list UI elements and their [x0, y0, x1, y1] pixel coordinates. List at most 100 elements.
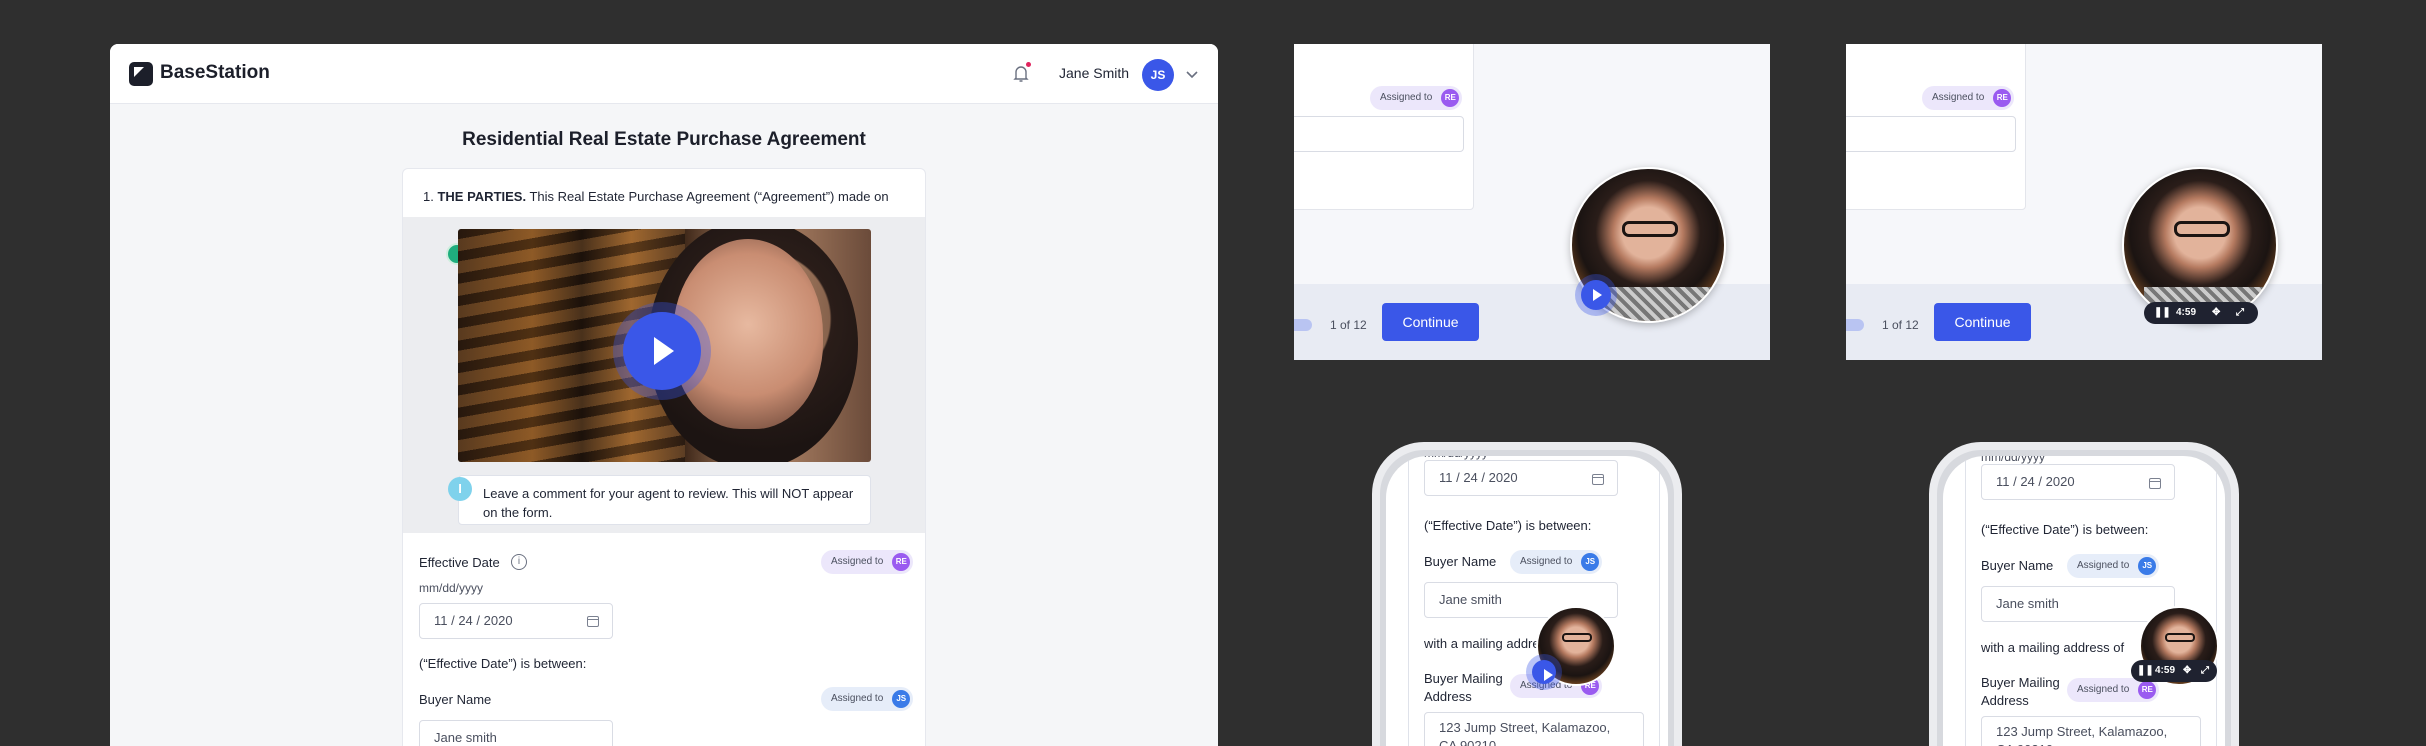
clause-heading: THE PARTIES.: [437, 189, 527, 204]
date-value: 11 / 24 / 2020: [1996, 474, 2075, 489]
date-format-hint: mm/dd/yyyy: [419, 581, 484, 595]
mobile-preview-video-playing: mm/dd/yyyy 11 / 24 / 2020 (“Effective Da…: [1929, 442, 2239, 746]
assignee-avatar: RE: [1441, 89, 1460, 107]
assigned-to-badge: Assigned to JS: [1510, 550, 1603, 574]
calendar-icon[interactable]: [1592, 474, 1604, 485]
assigned-label: Assigned to: [831, 693, 884, 704]
clause-parties: 1. THE PARTIES. This Real Estate Purchas…: [423, 189, 889, 204]
buyer-mailing-input[interactable]: 123 Jump Street, Kalamazoo, CA 90210: [1424, 712, 1644, 746]
clause-text: This Real Estate Purchase Agreement (“Ag…: [529, 189, 889, 204]
video-controls[interactable]: ❚❚ 4:59 ✥ ⤢: [2131, 660, 2217, 682]
assignee-avatar: JS: [1581, 553, 1600, 571]
date-value: 11 / 24 / 2020: [434, 613, 513, 628]
continue-button[interactable]: Continue: [1934, 303, 2031, 341]
buyer-mailing-label: Buyer Mailing Address: [1424, 671, 1503, 704]
top-navigation-bar: BaseStation Jane Smith JS: [110, 44, 1218, 104]
date-format-hint: mm/dd/yyyy: [1981, 456, 2046, 464]
assigned-label: Assigned to: [2077, 684, 2130, 695]
assigned-label: Assigned to: [1520, 556, 1573, 567]
buyer-mailing-label: Buyer Mailing Address: [1981, 675, 2060, 708]
expand-icon[interactable]: ⤢: [2201, 660, 2209, 682]
assigned-to-badge: Assigned to RE: [1370, 86, 1463, 110]
video-controls[interactable]: ❚❚ 4:59 ✥ ⤢: [2144, 302, 2258, 324]
calendar-icon[interactable]: [2149, 478, 2161, 489]
mailing-value: 123 Jump Street, Kalamazoo, CA 90210: [1996, 724, 2168, 746]
desktop-preview-video-playing: Assigned to RE 1 of 12 Continue ❚❚ 4:59 …: [1846, 44, 2322, 360]
clause-number: 1.: [423, 189, 434, 204]
progress-pill: [1846, 319, 1864, 331]
document-title: Residential Real Estate Purchase Agreeme…: [462, 129, 866, 150]
buyer-name-label: Buyer Name: [419, 692, 492, 707]
buyer-name-input[interactable]: Jane smith: [419, 720, 613, 746]
comment-input[interactable]: Leave a comment for your agent to review…: [458, 475, 871, 525]
phone-screen: mm/dd/yyyy 11 / 24 / 2020 (“Effective Da…: [1386, 456, 1668, 746]
play-icon[interactable]: [1532, 660, 1556, 684]
buyer-name-label: Buyer Name: [1424, 554, 1497, 569]
basestation-logo-icon: [129, 62, 153, 86]
buyer-name-input[interactable]: Jane smith: [1981, 586, 2175, 622]
buyer-mailing-input[interactable]: 123 Jump Street, Kalamazoo, CA 90210: [1981, 716, 2201, 746]
assigned-to-badge: Assigned to RE: [1922, 86, 2015, 110]
effective-date-input[interactable]: 11 / 24 / 2020: [1981, 464, 2175, 500]
date-value: 11 / 24 / 2020: [1439, 470, 1518, 485]
video-person: [2165, 633, 2195, 642]
form-edge: [1965, 456, 1966, 746]
continue-button[interactable]: Continue: [1382, 303, 1479, 341]
phone-screen: mm/dd/yyyy 11 / 24 / 2020 (“Effective Da…: [1943, 456, 2225, 746]
video-person: [2174, 221, 2230, 237]
page-counter: 1 of 12: [1882, 318, 1919, 332]
calendar-icon[interactable]: [587, 616, 599, 627]
video-person: [1622, 221, 1678, 237]
between-text: (“Effective Date”) is between:: [1981, 522, 2149, 537]
video-person: [1562, 633, 1592, 642]
buyer-name-value: Jane smith: [434, 730, 497, 745]
form-edge: [1408, 456, 1409, 746]
assigned-to-badge: Assigned to RE: [821, 550, 914, 574]
between-text: (“Effective Date”) is between:: [1424, 518, 1592, 533]
assigned-to-badge: Assigned to JS: [2067, 554, 2160, 578]
progress-pill: [1294, 319, 1312, 331]
text-cursor-icon: I: [448, 477, 472, 501]
notification-bell-icon[interactable]: [1012, 64, 1030, 84]
move-icon[interactable]: ✥: [2183, 660, 2191, 682]
form-input[interactable]: [1294, 116, 1464, 152]
info-icon[interactable]: i: [511, 554, 527, 570]
form-edge: [1659, 456, 1660, 746]
assigned-to-badge: Assigned to JS: [821, 687, 914, 711]
desktop-preview-video-bubble: Assigned to RE 1 of 12 Continue: [1294, 44, 1770, 360]
move-icon[interactable]: ✥: [2212, 302, 2220, 324]
form-input[interactable]: [1846, 116, 2016, 152]
play-icon[interactable]: [623, 312, 701, 390]
app-window: BaseStation Jane Smith JS Residential Re…: [110, 44, 1218, 746]
buyer-name-label: Buyer Name: [1981, 558, 2054, 573]
assignee-avatar: JS: [2138, 557, 2157, 575]
between-text: (“Effective Date”) is between:: [419, 656, 587, 671]
assigned-label: Assigned to: [1380, 92, 1433, 103]
video-time: 4:59: [2155, 665, 2176, 676]
mailing-value: 123 Jump Street, Kalamazoo, CA 90210: [1439, 720, 1611, 746]
user-name[interactable]: Jane Smith: [1059, 65, 1129, 81]
brand-name: BaseStation: [160, 62, 270, 83]
mailing-text: with a mailing address of: [1981, 640, 2125, 655]
expand-icon[interactable]: ⤢: [2236, 302, 2244, 324]
video-time: 4:59: [2176, 307, 2197, 318]
play-icon[interactable]: [1581, 280, 1611, 310]
agent-video-section: Leave a comment for your agent to review…: [403, 217, 925, 533]
chevron-down-icon[interactable]: [1184, 66, 1200, 82]
effective-date-input[interactable]: 11 / 24 / 2020: [1424, 460, 1618, 496]
effective-date-label: Effective Date: [419, 555, 500, 570]
assigned-label: Assigned to: [831, 556, 884, 567]
document-form-card: 1. THE PARTIES. This Real Estate Purchas…: [402, 168, 926, 746]
effective-date-input[interactable]: 11 / 24 / 2020: [419, 603, 613, 639]
buyer-name-value: Jane smith: [1996, 596, 2059, 611]
assigned-label: Assigned to: [1932, 92, 1985, 103]
user-avatar[interactable]: JS: [1142, 59, 1174, 91]
page-counter: 1 of 12: [1330, 318, 1367, 332]
notification-dot: [1026, 62, 1031, 67]
pause-icon[interactable]: ❚❚: [2154, 302, 2171, 324]
assignee-avatar: RE: [892, 553, 911, 571]
agent-video-player[interactable]: [458, 229, 871, 462]
agent-video-bubble[interactable]: [2122, 167, 2278, 323]
assignee-avatar: RE: [2138, 681, 2157, 699]
pause-icon[interactable]: ❚❚: [2137, 660, 2154, 682]
